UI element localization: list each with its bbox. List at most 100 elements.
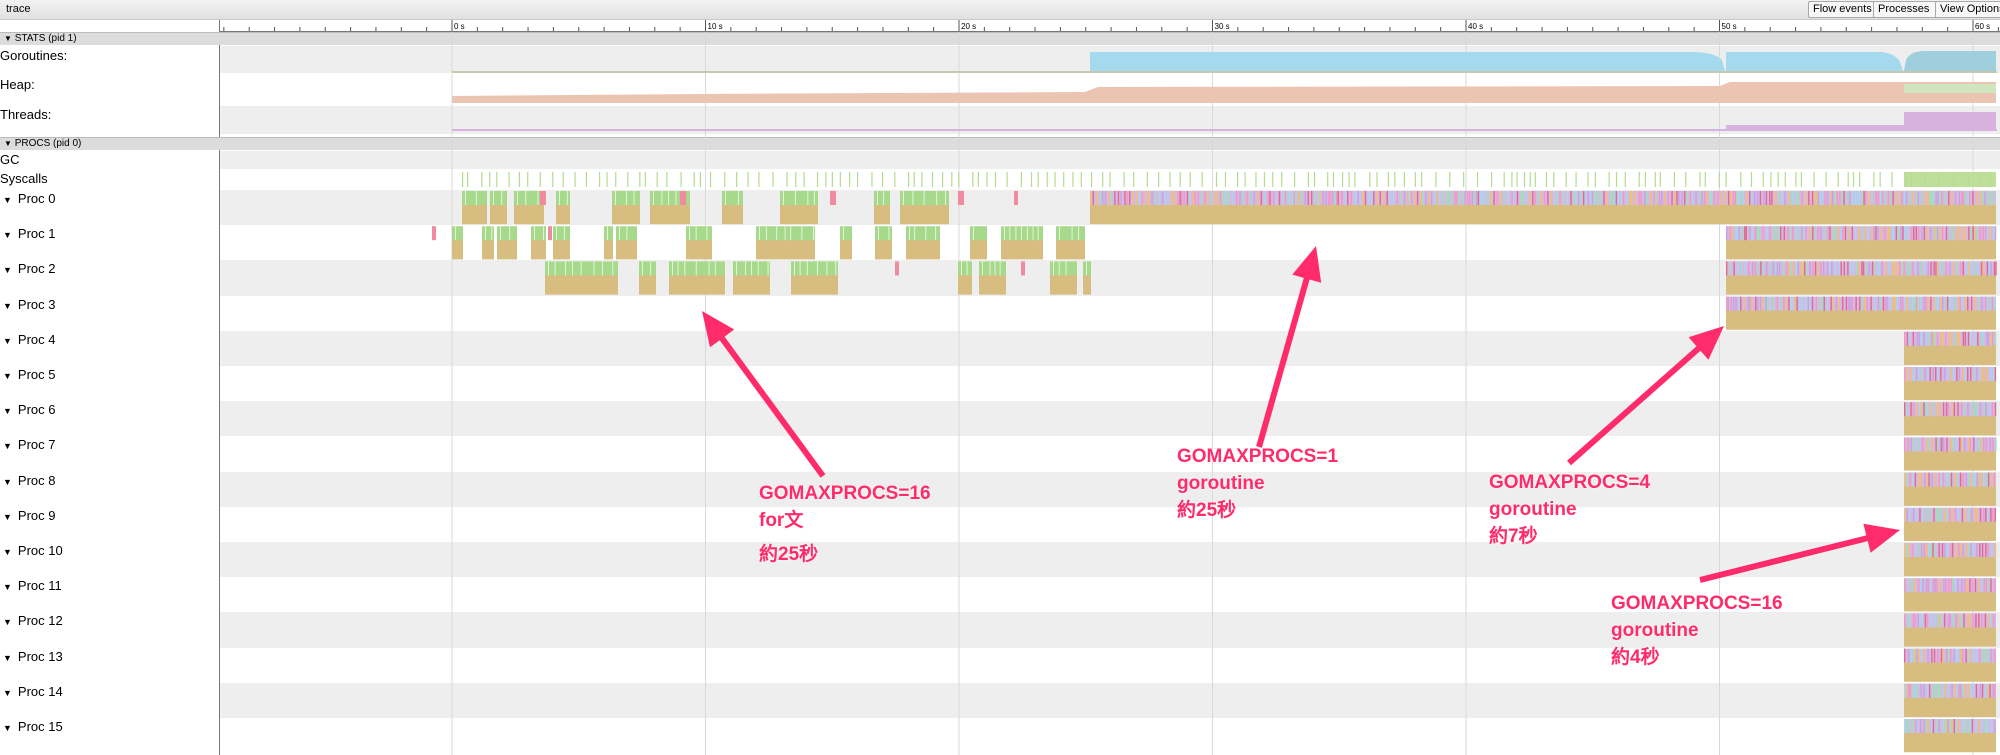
- goroutine-slice: [500, 226, 501, 241]
- goroutine-slice: [1733, 296, 1735, 311]
- goroutine-slice: [958, 191, 964, 205]
- goroutine-slice: [1912, 402, 1915, 417]
- goroutine-slice: [1940, 331, 1942, 346]
- syscall-event: [1109, 172, 1111, 187]
- goroutine-slice: [1392, 191, 1395, 205]
- goroutine-slice: [1945, 331, 1947, 346]
- syscall-event: [1575, 172, 1577, 187]
- goroutine-slice: [1923, 331, 1925, 346]
- goroutine-slice: [1892, 226, 1895, 241]
- goroutine-slice: [1789, 226, 1791, 241]
- goroutine-slice: [563, 226, 565, 241]
- goroutine-slice: [1985, 402, 1987, 417]
- goroutine-slice: [556, 191, 570, 205]
- goroutine-slice: [1931, 191, 1933, 205]
- goroutine-slice: [1931, 472, 1933, 487]
- goroutine-slice: [1990, 648, 1992, 663]
- goroutine-slice: [1951, 296, 1953, 311]
- goroutine-slice: [1940, 648, 1943, 663]
- goroutine-slice: [1956, 367, 1958, 381]
- goroutine-slice: [1964, 191, 1966, 205]
- goroutine-slice: [1994, 296, 1996, 311]
- goroutine-slice: [1926, 472, 1929, 487]
- syscall-event: [977, 172, 979, 187]
- goroutine-slice: [1297, 191, 1300, 205]
- goroutine-slice: [1319, 191, 1321, 205]
- goroutine-slice: [1977, 296, 1980, 311]
- annotation-arrow: [1567, 326, 1724, 466]
- goroutine-slice: [1941, 296, 1944, 311]
- goroutine-slice: [1748, 261, 1750, 276]
- goroutine-slice: [1811, 191, 1814, 205]
- goroutine-slice: [1877, 191, 1879, 205]
- syscall-event: [1740, 172, 1742, 187]
- goroutine-slice: [1107, 191, 1110, 205]
- goroutine-slice: [1866, 296, 1868, 311]
- goroutine-slice: [1971, 472, 1973, 487]
- goroutine-slice: [1976, 226, 1979, 241]
- goroutine-slice: [537, 191, 539, 205]
- goroutine-slice: [1605, 191, 1608, 205]
- goroutine-slice: [1881, 261, 1883, 276]
- goroutine-slice: [1973, 437, 1975, 452]
- goroutine-slice: [1977, 261, 1979, 276]
- goroutine-slice: [1871, 191, 1874, 205]
- goroutine-slice: [1950, 472, 1953, 487]
- goroutine-slice: [1926, 402, 1929, 417]
- goroutine-slice: [1991, 296, 1994, 311]
- goroutine-slice: [1410, 191, 1413, 205]
- goroutine-slice: [1900, 296, 1902, 311]
- goroutine-slice: [1917, 367, 1920, 381]
- goroutine-slice: [1887, 226, 1889, 241]
- goroutine-slice: [1733, 261, 1735, 276]
- goroutine-slice: [1913, 226, 1915, 241]
- goroutine-slice: [1923, 226, 1926, 241]
- goroutine-slice: [1957, 402, 1959, 417]
- goroutine-slice: [1155, 191, 1157, 205]
- goroutine-slice: [1989, 683, 1991, 698]
- syscall-event: [1795, 172, 1797, 187]
- goroutine-slice: [1756, 226, 1759, 241]
- goroutine-slice: [1983, 402, 1985, 417]
- annotation-line: 約7秒: [1489, 526, 1538, 547]
- syscall-event: [772, 172, 774, 187]
- syscall-event: [1341, 172, 1344, 187]
- annotation-arrow: [1256, 246, 1322, 448]
- goroutine-slice: [1802, 261, 1804, 276]
- goroutine-slice: [725, 191, 726, 205]
- goroutine-slice: [906, 239, 940, 260]
- goroutine-slice: [1779, 296, 1782, 311]
- goroutine-slice: [1934, 578, 1936, 593]
- syscall-event: [1770, 172, 1772, 187]
- goroutine-slice: [1136, 191, 1138, 205]
- goroutine-slice: [548, 226, 552, 241]
- goroutine-slice: [1741, 226, 1743, 241]
- goroutine-slice: [1951, 719, 1953, 733]
- goroutine-slice: [1916, 648, 1918, 663]
- goroutine-slice: [661, 191, 663, 205]
- goroutine-slice: [1957, 296, 1960, 311]
- goroutine-slice: [1183, 191, 1185, 205]
- goroutine-slice: [1838, 261, 1840, 276]
- goroutine-slice: [1201, 191, 1203, 205]
- goroutine-slice: [1407, 191, 1409, 205]
- goroutine-slice: [607, 226, 608, 241]
- goroutine-slice: [1944, 191, 1946, 205]
- goroutine-slice: [1923, 296, 1925, 311]
- goroutine-slice: [1910, 402, 1912, 417]
- goroutine-slice: [490, 191, 507, 205]
- goroutine-slice: [958, 261, 972, 276]
- goroutine-slice: [970, 239, 987, 260]
- syscall-event: [1490, 172, 1493, 187]
- goroutine-slice: [1929, 507, 1931, 522]
- goroutine-slice: [1910, 226, 1913, 241]
- goroutine-slice: [1906, 367, 1908, 381]
- goroutine-slice: [1731, 226, 1733, 241]
- goroutine-slice: [1925, 296, 1927, 311]
- goroutine-slice: [1015, 226, 1017, 241]
- goroutine-slice: [989, 261, 991, 276]
- goroutine-slice: [1957, 507, 1960, 522]
- goroutine-slice: [1864, 296, 1866, 311]
- goroutine-slice: [1573, 191, 1575, 205]
- goroutine-slice: [509, 226, 511, 241]
